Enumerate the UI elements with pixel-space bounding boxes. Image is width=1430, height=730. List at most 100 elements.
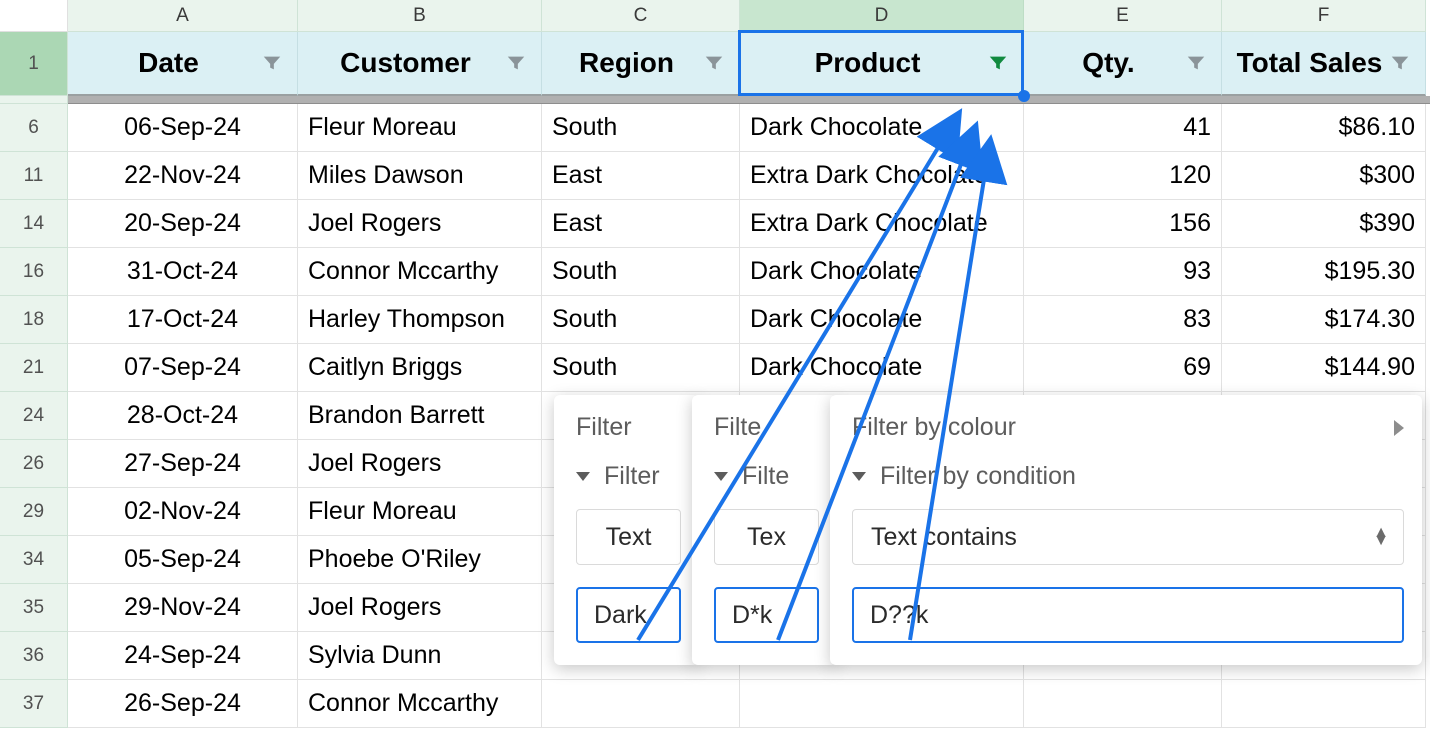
row-header[interactable]: 26 (0, 440, 68, 488)
cell-customer[interactable]: Phoebe O'Riley (298, 536, 542, 584)
cell-total[interactable]: $144.90 (1222, 344, 1426, 392)
cell-customer[interactable]: Connor Mccarthy (298, 248, 542, 296)
filter-value-input[interactable]: Dark (576, 587, 681, 643)
cell-date[interactable]: 26-Sep-24 (68, 680, 298, 728)
filter-by-colour-label[interactable]: Filter (576, 413, 632, 442)
cell-product[interactable]: Dark Chocolate (740, 344, 1024, 392)
select-all-corner[interactable] (0, 0, 68, 32)
row-header[interactable]: 24 (0, 392, 68, 440)
cell-customer[interactable]: Fleur Moreau (298, 104, 542, 152)
cell-date[interactable]: 27-Sep-24 (68, 440, 298, 488)
row-header[interactable]: 37 (0, 680, 68, 728)
header-product[interactable]: Product (740, 32, 1024, 96)
cell-customer[interactable]: Miles Dawson (298, 152, 542, 200)
filter-by-condition-label[interactable]: Filter (604, 462, 660, 491)
row-header[interactable]: 14 (0, 200, 68, 248)
header-qty[interactable]: Qty. (1024, 32, 1222, 96)
cell-customer[interactable]: Connor Mccarthy (298, 680, 542, 728)
cell-product[interactable]: Dark Chocolate (740, 248, 1024, 296)
row-header-1[interactable]: 1 (0, 32, 68, 96)
col-header-a[interactable]: A (68, 0, 298, 32)
cell-date[interactable]: 31-Oct-24 (68, 248, 298, 296)
cell-customer[interactable]: Joel Rogers (298, 440, 542, 488)
cell-total[interactable]: $86.10 (1222, 104, 1426, 152)
filter-icon[interactable] (1389, 52, 1411, 74)
filter-icon[interactable] (261, 52, 283, 74)
cell-total[interactable]: $390 (1222, 200, 1426, 248)
row-header[interactable]: 16 (0, 248, 68, 296)
filter-by-colour-label[interactable]: Filte (714, 413, 761, 442)
cell-qty[interactable]: 93 (1024, 248, 1222, 296)
cell-region[interactable] (542, 680, 740, 728)
cell-date[interactable]: 07-Sep-24 (68, 344, 298, 392)
cell-qty[interactable]: 41 (1024, 104, 1222, 152)
cell-customer[interactable]: Joel Rogers (298, 200, 542, 248)
row-header[interactable]: 29 (0, 488, 68, 536)
cell-qty[interactable]: 156 (1024, 200, 1222, 248)
condition-select[interactable]: Text contains ▲▼ (852, 509, 1404, 565)
col-header-f[interactable]: F (1222, 0, 1426, 32)
filter-value-input[interactable]: D??k (852, 587, 1404, 643)
cell-customer[interactable]: Sylvia Dunn (298, 632, 542, 680)
cell-region[interactable]: East (542, 200, 740, 248)
cell-customer[interactable]: Brandon Barrett (298, 392, 542, 440)
cell-date[interactable]: 17-Oct-24 (68, 296, 298, 344)
filter-icon[interactable] (1185, 52, 1207, 74)
cell-qty[interactable] (1024, 680, 1222, 728)
cell-date[interactable]: 29-Nov-24 (68, 584, 298, 632)
filter-by-condition-label[interactable]: Filte (742, 462, 789, 491)
filter-icon[interactable] (703, 52, 725, 74)
row-header[interactable]: 36 (0, 632, 68, 680)
cell-date[interactable]: 06-Sep-24 (68, 104, 298, 152)
cell-total[interactable]: $174.30 (1222, 296, 1426, 344)
header-region[interactable]: Region (542, 32, 740, 96)
cell-customer[interactable]: Caitlyn Briggs (298, 344, 542, 392)
cell-product[interactable]: Extra Dark Chocolate (740, 152, 1024, 200)
filter-icon[interactable] (505, 52, 527, 74)
row-header[interactable]: 21 (0, 344, 68, 392)
row-header[interactable]: 35 (0, 584, 68, 632)
cell-product[interactable]: Extra Dark Chocolate (740, 200, 1024, 248)
cell-total[interactable] (1222, 680, 1426, 728)
table-row: 2107-Sep-24Caitlyn BriggsSouthDark Choco… (0, 344, 1430, 392)
col-header-b[interactable]: B (298, 0, 542, 32)
cell-customer[interactable]: Harley Thompson (298, 296, 542, 344)
filter-value-input[interactable]: D*k (714, 587, 819, 643)
cell-date[interactable]: 02-Nov-24 (68, 488, 298, 536)
header-total[interactable]: Total Sales (1222, 32, 1426, 96)
cell-total[interactable]: $195.30 (1222, 248, 1426, 296)
cell-qty[interactable]: 69 (1024, 344, 1222, 392)
row-header[interactable]: 11 (0, 152, 68, 200)
cell-region[interactable]: South (542, 104, 740, 152)
cell-total[interactable]: $300 (1222, 152, 1426, 200)
header-date[interactable]: Date (68, 32, 298, 96)
col-header-d[interactable]: D (740, 0, 1024, 32)
row-header[interactable]: 6 (0, 104, 68, 152)
cell-region[interactable]: South (542, 344, 740, 392)
cell-date[interactable]: 20-Sep-24 (68, 200, 298, 248)
cell-region[interactable]: East (542, 152, 740, 200)
cell-date[interactable]: 24-Sep-24 (68, 632, 298, 680)
cell-qty[interactable]: 120 (1024, 152, 1222, 200)
col-header-e[interactable]: E (1024, 0, 1222, 32)
cell-product[interactable] (740, 680, 1024, 728)
cell-product[interactable]: Dark Chocolate (740, 296, 1024, 344)
cell-date[interactable]: 22-Nov-24 (68, 152, 298, 200)
condition-select[interactable]: Tex (714, 509, 819, 565)
col-header-c[interactable]: C (542, 0, 740, 32)
cell-region[interactable]: South (542, 296, 740, 344)
cell-region[interactable]: South (542, 248, 740, 296)
cell-date[interactable]: 05-Sep-24 (68, 536, 298, 584)
cell-date[interactable]: 28-Oct-24 (68, 392, 298, 440)
cell-customer[interactable]: Joel Rogers (298, 584, 542, 632)
header-customer[interactable]: Customer (298, 32, 542, 96)
condition-select[interactable]: Text (576, 509, 681, 565)
filter-icon-active[interactable] (987, 52, 1009, 74)
cell-qty[interactable]: 83 (1024, 296, 1222, 344)
filter-by-condition-label[interactable]: Filter by condition (880, 462, 1076, 491)
row-header[interactable]: 18 (0, 296, 68, 344)
cell-product[interactable]: Dark Chocolate (740, 104, 1024, 152)
filter-by-colour-label[interactable]: Filter by colour (852, 413, 1016, 442)
row-header[interactable]: 34 (0, 536, 68, 584)
cell-customer[interactable]: Fleur Moreau (298, 488, 542, 536)
